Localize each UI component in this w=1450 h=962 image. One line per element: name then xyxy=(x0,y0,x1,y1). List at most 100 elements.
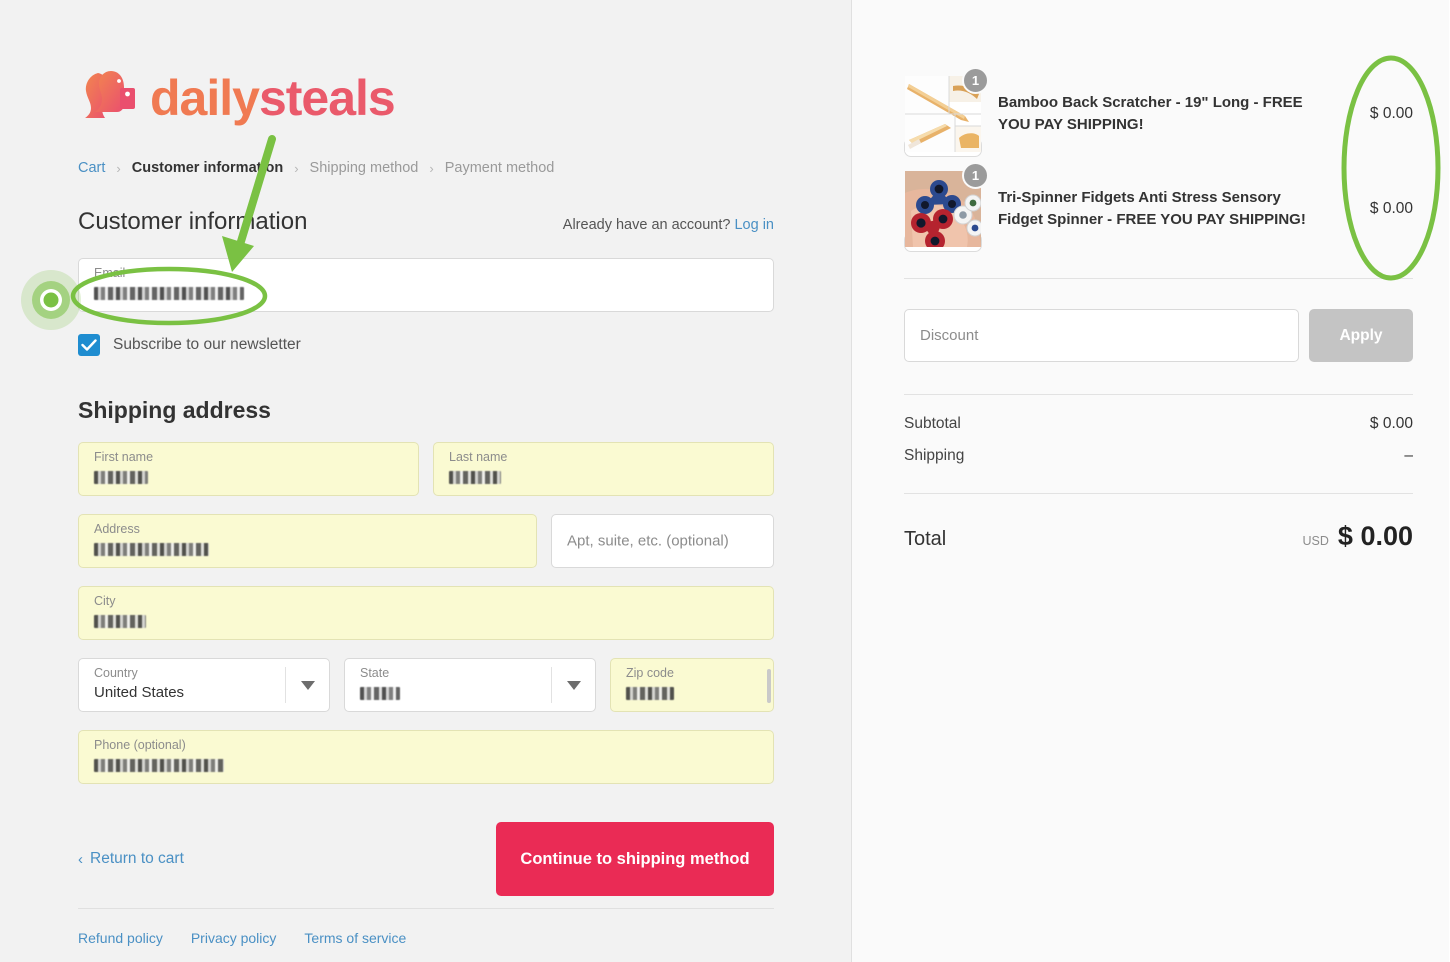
redacted-last-name-value xyxy=(449,470,501,484)
continue-to-shipping-method-button[interactable]: Continue to shipping method xyxy=(496,822,774,896)
account-prompt: Already have an account? Log in xyxy=(563,217,774,233)
zip-code-field[interactable]: Zip code xyxy=(610,658,774,712)
apply-discount-button[interactable]: Apply xyxy=(1309,309,1413,362)
quantity-badge: 1 xyxy=(962,66,989,94)
email-field-value xyxy=(94,284,244,301)
newsletter-checkbox-label: Subscribe to our newsletter xyxy=(113,336,301,353)
email-field-label: Email xyxy=(94,266,126,280)
grand-total-label: Total xyxy=(904,528,947,550)
last-name-field[interactable]: Last name xyxy=(433,442,774,496)
logo-word-daily: daily xyxy=(150,70,260,126)
summary-divider xyxy=(904,493,1413,494)
order-line-item: 1 Tri-Spinner Fidgets Anti Stress Sensor… xyxy=(904,161,1413,256)
redacted-zip-code-value xyxy=(626,686,674,700)
page-title: Customer information xyxy=(78,208,308,235)
order-line-item: 1 Bamboo Back Scratcher - 19" Long - FRE… xyxy=(904,66,1413,161)
country-select[interactable]: Country United States xyxy=(78,658,330,712)
breadcrumb-item-customer-information[interactable]: Customer information xyxy=(132,160,283,176)
chevron-right-icon: › xyxy=(294,160,299,176)
chevron-down-icon xyxy=(566,680,581,690)
address-field[interactable]: Address xyxy=(78,514,537,568)
grand-total-row: Total USD $ 0.00 xyxy=(904,521,1413,552)
summary-divider xyxy=(904,278,1413,279)
state-value xyxy=(360,684,400,701)
account-prompt-text: Already have an account? xyxy=(562,217,731,233)
last-name-value xyxy=(449,468,501,485)
last-name-label: Last name xyxy=(449,450,508,464)
bamboo-back-scratcher-photo-icon xyxy=(904,75,982,157)
product-thumbnail-wrap: 1 xyxy=(904,161,989,252)
return-to-cart-link[interactable]: ‹ Return to cart xyxy=(78,850,184,868)
state-label: State xyxy=(360,666,390,680)
newsletter-checkbox-row[interactable]: Subscribe to our newsletter xyxy=(78,334,774,356)
chevron-left-icon: ‹ xyxy=(78,850,83,868)
order-item-price: $ 0.00 xyxy=(1369,199,1413,217)
newsletter-checkbox[interactable] xyxy=(78,334,100,356)
first-name-value xyxy=(94,468,148,485)
country-label: Country xyxy=(94,666,138,680)
redacted-address-value xyxy=(94,542,209,556)
address-row: Address Apt, suite, etc. (optional) xyxy=(78,514,774,568)
privacy-policy-link[interactable]: Privacy policy xyxy=(191,930,277,946)
redacted-state-value xyxy=(360,686,400,700)
grand-total-amount: $ 0.00 xyxy=(1337,521,1413,551)
subtotal-row: Subtotal $ 0.00 xyxy=(904,415,1413,433)
grand-total-currency: USD xyxy=(1302,534,1329,548)
city-value xyxy=(94,612,146,629)
squirrel-with-price-tag-logo-icon xyxy=(78,65,144,131)
discount-input[interactable] xyxy=(904,309,1299,362)
city-field[interactable]: City xyxy=(78,586,774,640)
phone-row: Phone (optional) xyxy=(78,730,774,784)
breadcrumb-item-payment-method: Payment method xyxy=(444,160,555,176)
phone-label: Phone (optional) xyxy=(94,738,186,752)
return-to-cart-label: Return to cart xyxy=(90,850,184,867)
zip-field-scrollbar[interactable] xyxy=(767,669,771,703)
order-item-name: Bamboo Back Scratcher - 19" Long - FREE … xyxy=(998,93,1303,133)
refund-policy-link[interactable]: Refund policy xyxy=(78,930,163,946)
country-value: United States xyxy=(94,684,185,701)
breadcrumb-item-cart[interactable]: Cart xyxy=(78,160,105,176)
summary-divider xyxy=(904,394,1413,395)
subtotal-label: Subtotal xyxy=(904,415,961,432)
check-icon xyxy=(81,339,97,351)
site-logo[interactable]: dailysteals xyxy=(78,62,774,134)
first-name-field[interactable]: First name xyxy=(78,442,419,496)
state-dropdown-arrow[interactable] xyxy=(551,667,595,703)
order-item-price: $ 0.00 xyxy=(1369,104,1413,122)
discount-row: Apply xyxy=(904,309,1413,362)
apartment-field[interactable]: Apt, suite, etc. (optional) xyxy=(551,514,774,568)
terms-of-service-link[interactable]: Terms of service xyxy=(304,930,406,946)
apartment-placeholder: Apt, suite, etc. (optional) xyxy=(567,532,729,550)
zip-code-value xyxy=(626,684,674,701)
address-label: Address xyxy=(94,522,140,536)
state-select[interactable]: State xyxy=(344,658,596,712)
form-actions: ‹ Return to cart Continue to shipping me… xyxy=(78,822,774,896)
redacted-city-value xyxy=(94,614,146,628)
email-field[interactable]: Email xyxy=(78,258,774,312)
first-name-label: First name xyxy=(94,450,154,464)
checkout-form-panel: dailysteals Cart › Customer information … xyxy=(0,0,852,962)
country-state-zip-row: Country United States State Zip code xyxy=(78,658,774,712)
shipping-address-title: Shipping address xyxy=(78,397,271,423)
city-label: City xyxy=(94,594,116,608)
phone-value xyxy=(94,756,224,773)
quantity-badge: 1 xyxy=(962,161,989,189)
chevron-right-icon: › xyxy=(116,160,121,176)
product-thumbnail-wrap: 1 xyxy=(904,66,989,157)
country-dropdown-arrow[interactable] xyxy=(285,667,329,703)
subtotal-value: $ 0.00 xyxy=(1369,415,1413,432)
logo-word-steals: steals xyxy=(258,70,396,126)
footer-links: Refund policy Privacy policy Terms of se… xyxy=(78,930,774,946)
zip-code-label: Zip code xyxy=(626,666,674,680)
shipping-label: Shipping xyxy=(904,447,965,464)
footer-divider xyxy=(78,908,774,909)
phone-field[interactable]: Phone (optional) xyxy=(78,730,774,784)
chevron-down-icon xyxy=(300,680,315,690)
shipping-row: Shipping – xyxy=(904,447,1413,465)
chevron-right-icon: › xyxy=(429,160,434,176)
log-in-link[interactable]: Log in xyxy=(734,217,774,233)
breadcrumb-item-shipping-method: Shipping method xyxy=(309,160,419,176)
customer-information-header: Customer information Already have an acc… xyxy=(78,208,774,236)
city-row: City xyxy=(78,586,774,640)
breadcrumb: Cart › Customer information › Shipping m… xyxy=(78,160,774,176)
